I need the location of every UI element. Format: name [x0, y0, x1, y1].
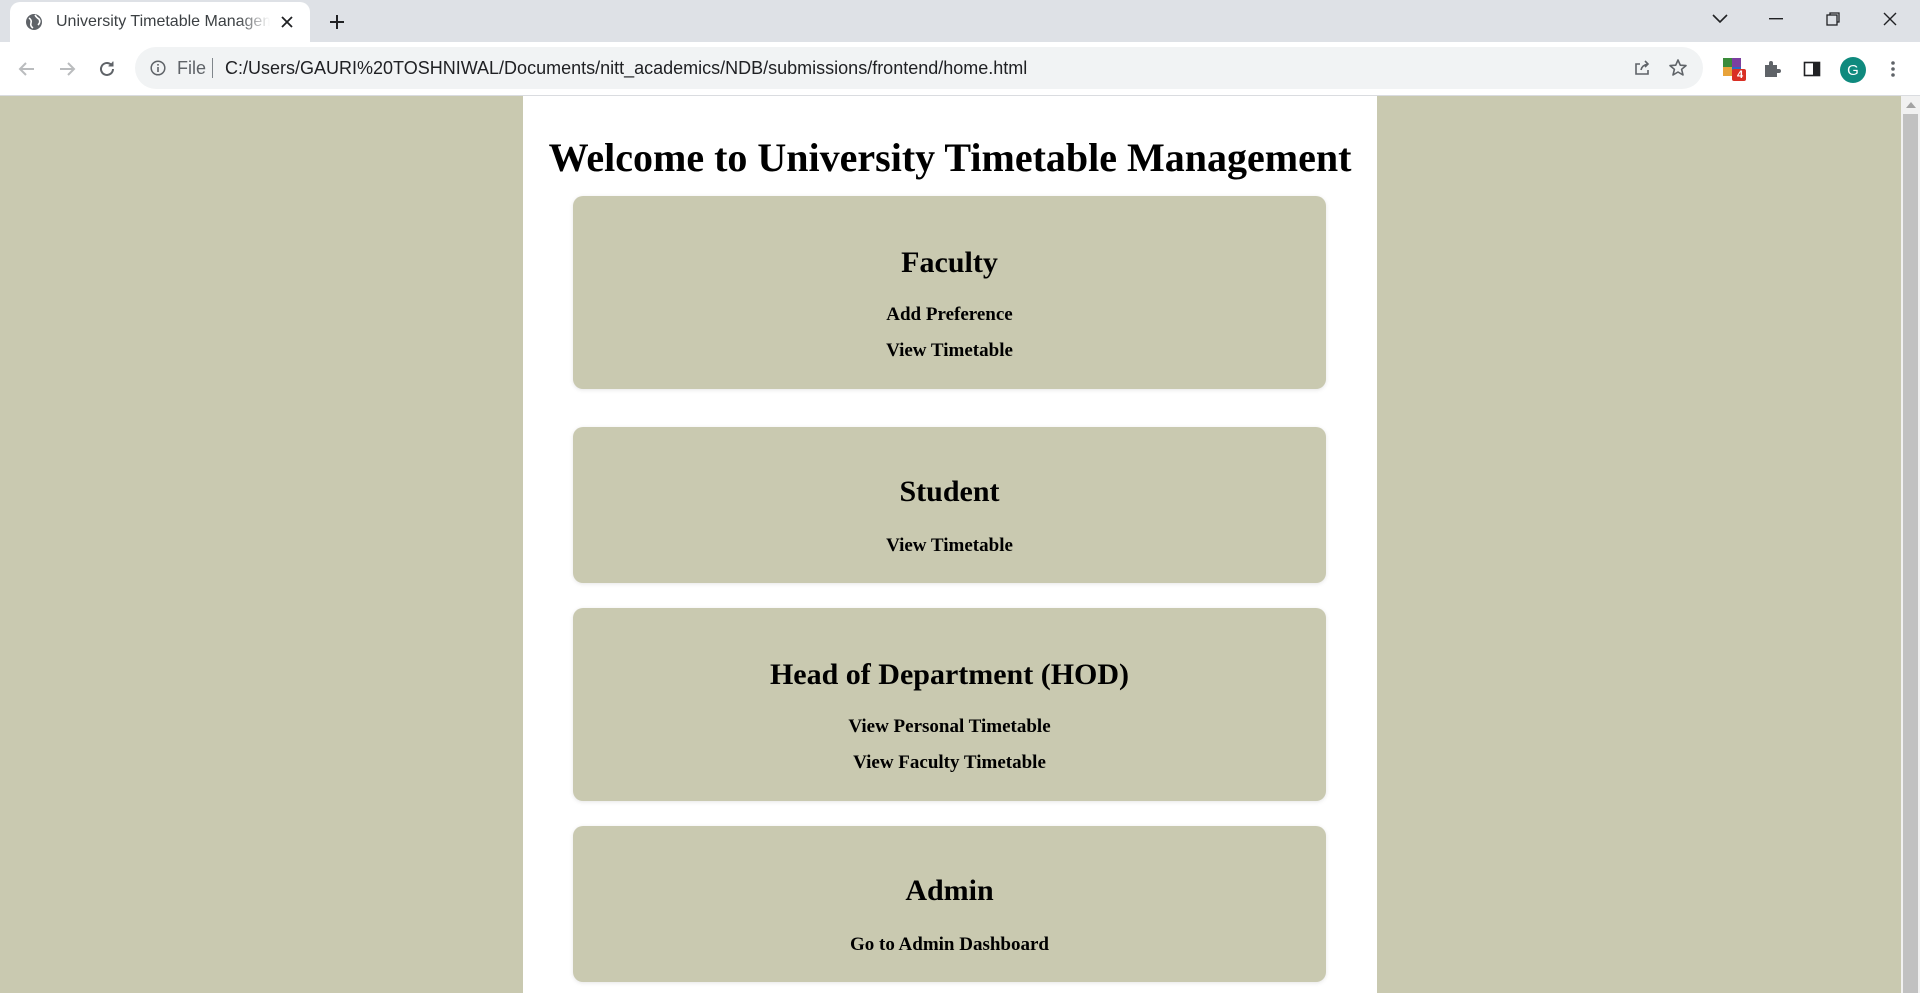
view-faculty-timetable-link[interactable]: View Faculty Timetable [573, 752, 1326, 774]
scroll-up-arrow-icon[interactable] [1906, 102, 1916, 108]
globe-icon [24, 12, 44, 32]
extension-icon[interactable]: 4 [1720, 55, 1748, 83]
new-tab-button[interactable] [322, 9, 352, 35]
kebab-menu-icon[interactable] [1879, 55, 1907, 83]
admin-card: Admin Go to Admin Dashboard [573, 826, 1326, 982]
admin-heading: Admin [905, 874, 994, 907]
tab-strip: University Timetable Management [0, 0, 1920, 42]
browser-tab-active[interactable]: University Timetable Management [10, 2, 310, 42]
student-heading: Student [899, 475, 1000, 508]
reload-icon[interactable] [93, 55, 121, 83]
faculty-card: Faculty Add Preference View Timetable [573, 196, 1326, 389]
minimize-icon[interactable] [1748, 0, 1804, 38]
page-title: Welcome to University Timetable Manageme… [548, 135, 1352, 180]
share-icon[interactable] [1631, 57, 1653, 79]
student-card: Student View Timetable [573, 427, 1326, 583]
restore-icon[interactable] [1805, 0, 1861, 38]
view-personal-timetable-link[interactable]: View Personal Timetable [573, 716, 1326, 738]
faculty-heading: Faculty [901, 246, 998, 279]
info-icon[interactable] [148, 58, 168, 78]
student-view-timetable-link[interactable]: View Timetable [573, 535, 1326, 557]
faculty-view-timetable-link[interactable]: View Timetable [573, 340, 1326, 362]
url-scheme-label: File [177, 58, 207, 78]
extension-badge: 4 [1737, 69, 1744, 81]
vertical-scrollbar[interactable] [1901, 96, 1920, 993]
tab-search-icon[interactable] [1692, 0, 1748, 38]
forward-arrow-icon[interactable] [53, 55, 81, 83]
bookmark-star-icon[interactable] [1667, 57, 1689, 79]
address-divider [212, 58, 213, 78]
tab-title: University Timetable Management [56, 13, 270, 30]
profile-avatar[interactable]: G [1840, 57, 1866, 83]
browser-toolbar: File C:/Users/GAURI%20TOSHNIWAL/Document… [0, 42, 1920, 96]
hod-card: Head of Department (HOD) View Personal T… [573, 608, 1326, 801]
page-viewport: Welcome to University Timetable Manageme… [0, 96, 1901, 993]
puzzle-extensions-icon[interactable] [1758, 55, 1786, 83]
hod-heading: Head of Department (HOD) [769, 658, 1130, 691]
scroll-thumb[interactable] [1903, 114, 1918, 993]
close-tab-icon[interactable] [276, 11, 298, 33]
add-preference-link[interactable]: Add Preference [573, 304, 1326, 326]
main-container: Welcome to University Timetable Manageme… [523, 96, 1377, 993]
address-bar[interactable]: File C:/Users/GAURI%20TOSHNIWAL/Document… [135, 47, 1703, 89]
side-panel-icon[interactable] [1798, 55, 1826, 83]
admin-dashboard-link[interactable]: Go to Admin Dashboard [573, 934, 1326, 956]
back-arrow-icon[interactable] [13, 55, 41, 83]
url-text[interactable]: C:/Users/GAURI%20TOSHNIWAL/Documents/nit… [225, 58, 1027, 78]
close-window-icon[interactable] [1862, 0, 1918, 38]
